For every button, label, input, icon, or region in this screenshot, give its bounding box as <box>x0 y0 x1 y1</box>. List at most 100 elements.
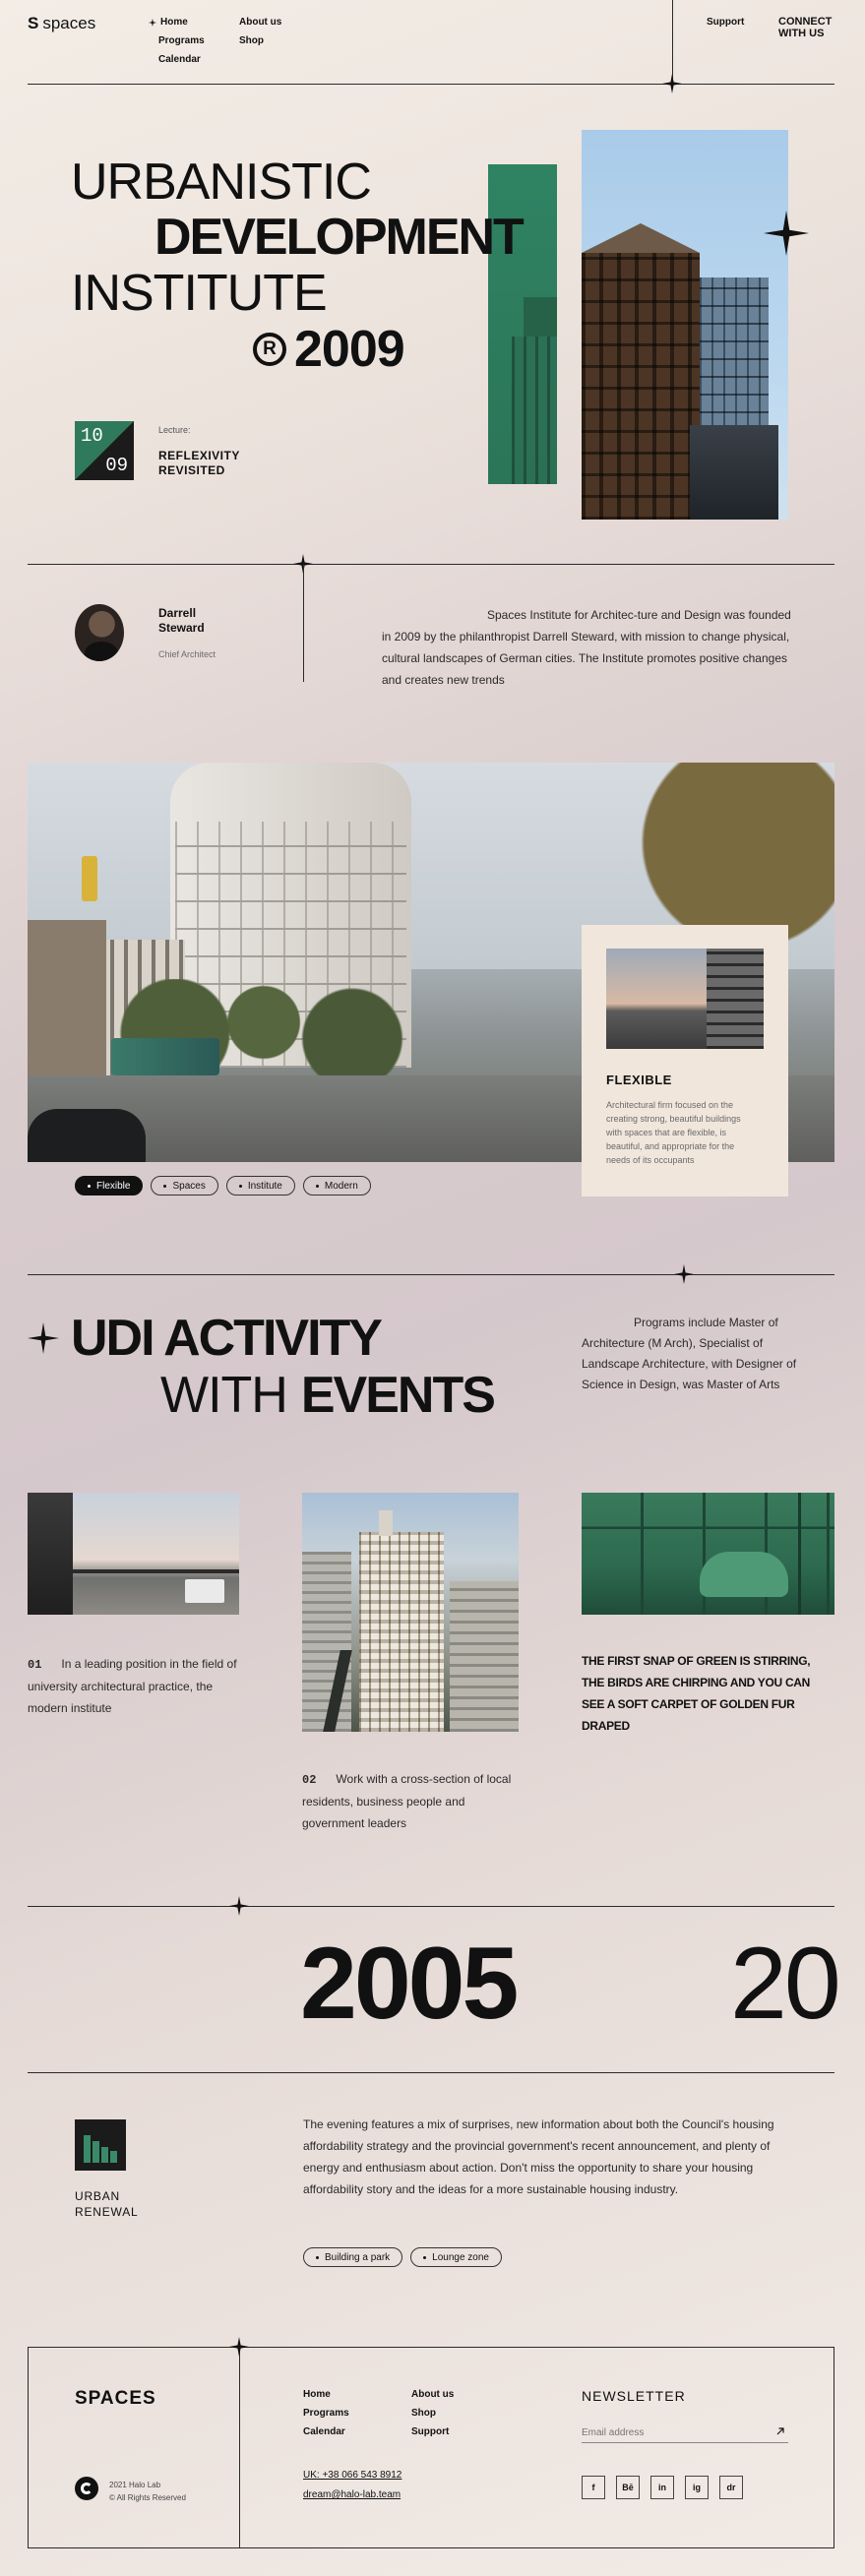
timeline-year-active[interactable]: 2005 <box>300 1929 519 2039</box>
linkedin-icon[interactable]: in <box>650 2476 674 2499</box>
activity-title-events: EVENTS <box>300 1367 496 1424</box>
activity-rule <box>28 1274 834 1275</box>
tag-flexible[interactable]: Flexible <box>75 1176 144 1196</box>
arrow-up-right-icon[interactable] <box>775 2426 785 2436</box>
footer-nav-2: About us Shop Support <box>411 2385 454 2441</box>
renewal-icon <box>75 2119 126 2171</box>
event-3-text: THE FIRST SNAP OF GREEN IS STIRRING, THE… <box>582 1654 811 1733</box>
tag-institute[interactable]: Institute <box>225 1176 295 1196</box>
gallery-tags: Flexible Spaces Institute Modern <box>75 1176 371 1196</box>
active-star-icon <box>149 18 156 27</box>
dot-icon <box>423 2255 427 2259</box>
tag-label: Institute <box>247 1180 282 1192</box>
hero-line-3: INSTITUTE <box>71 265 328 322</box>
behance-icon[interactable]: Bē <box>616 2476 640 2499</box>
tag-spaces[interactable]: Spaces <box>151 1176 218 1196</box>
footer-nav-1: Home Programs Calendar <box>303 2385 349 2441</box>
nav-shop[interactable]: Shop <box>239 31 281 50</box>
feature-card-title: FLEXIBLE <box>606 1073 672 1087</box>
event-1-text: 01 In a leading position in the field of … <box>28 1653 244 1719</box>
timeline-year-next[interactable]: 20 <box>730 1929 865 2039</box>
activity-title-line-2: WITH EVENTS <box>160 1367 496 1424</box>
instagram-icon[interactable]: ig <box>685 2476 709 2499</box>
nav-about-us[interactable]: About us <box>239 13 281 31</box>
timeline-rule-top <box>28 1906 834 1907</box>
lecture-title[interactable]: REFLEXIVITY REVISITED <box>158 449 257 478</box>
tag-label: Modern <box>324 1180 358 1192</box>
tag-modern[interactable]: Modern <box>302 1176 371 1196</box>
hero-year-row: R 2009 <box>253 321 405 378</box>
copyright-line-2: © All Rights Reserved <box>109 2493 186 2502</box>
renewal-label: URBAN RENEWAL <box>75 2189 139 2219</box>
date-month: 09 <box>105 455 128 476</box>
about-text: Spaces Institute for Architec-ture and D… <box>382 608 791 687</box>
header-rule <box>28 84 834 85</box>
sparkle-icon <box>28 1322 59 1354</box>
logo-icon: S <box>28 14 39 32</box>
activity-title-line-1: UDI ACTIVITY <box>71 1310 383 1367</box>
timeline-rule-bottom <box>28 2072 834 2073</box>
logo-text: spaces <box>42 14 96 32</box>
nav-calendar[interactable]: Calendar <box>149 50 205 69</box>
social-links: f Bē in ig dr <box>582 2476 743 2499</box>
tag-label: Flexible <box>96 1180 131 1192</box>
feature-card-text: Architectural firm focused on the creati… <box>606 1100 741 1165</box>
support-link[interactable]: Support <box>707 17 744 28</box>
nav-programs[interactable]: Programs <box>149 31 205 50</box>
footer-brand: SPACES <box>75 2388 156 2409</box>
renewal-text: The evening features a mix of surprises,… <box>303 2117 774 2196</box>
sparkle-icon <box>674 1264 694 1284</box>
footer-nav-calendar[interactable]: Calendar <box>303 2423 349 2441</box>
hero-year: 2009 <box>294 321 405 378</box>
dot-icon <box>315 1184 319 1188</box>
footer <box>28 2347 834 2548</box>
date-day: 10 <box>81 425 103 447</box>
footer-logo-icon <box>75 2477 98 2500</box>
footer-phone[interactable]: UK: +38 066 543 8912 <box>303 2470 402 2481</box>
dot-icon <box>316 2255 319 2259</box>
dot-icon <box>88 1184 91 1188</box>
tag-building-a-park[interactable]: Building a park <box>303 2247 403 2267</box>
footer-nav-about-us[interactable]: About us <box>411 2385 454 2404</box>
tag-label: Building a park <box>325 2251 391 2263</box>
footer-divider <box>239 2347 240 2548</box>
tag-label: Lounge zone <box>432 2251 489 2263</box>
connect-link[interactable]: CONNECT WITH US <box>778 16 837 39</box>
hero-building-image <box>582 130 788 520</box>
main-nav-primary: Home Programs Calendar <box>149 13 205 69</box>
registered-icon: R <box>253 333 286 366</box>
feature-card[interactable]: FLEXIBLE Architectural firm focused on t… <box>582 925 788 1196</box>
person-role: Chief Architect <box>158 649 216 659</box>
lecture-date-tile: 10 09 <box>75 421 134 480</box>
renewal-tags: Building a park Lounge zone <box>303 2247 502 2267</box>
footer-nav-shop[interactable]: Shop <box>411 2404 454 2423</box>
avatar <box>75 604 124 661</box>
newsletter-email-input[interactable] <box>582 2423 788 2443</box>
event-3-image <box>582 1493 834 1615</box>
footer-nav-home[interactable]: Home <box>303 2385 349 2404</box>
sparkle-icon <box>229 1896 249 1916</box>
sparkle-icon <box>764 211 809 256</box>
hero-line-2: DEVELOPMENT <box>154 209 525 266</box>
footer-nav-support[interactable]: Support <box>411 2423 454 2441</box>
event-1-num: 01 <box>28 1658 42 1672</box>
dribbble-icon[interactable]: dr <box>719 2476 743 2499</box>
activity-text: Programs include Master of Architecture … <box>582 1316 797 1391</box>
event-1-desc: In a leading position in the field of un… <box>28 1657 237 1715</box>
dot-icon <box>238 1184 242 1188</box>
logo[interactable]: S spaces <box>28 14 95 33</box>
event-2-text: 02 Work with a cross-section of local res… <box>302 1768 524 1834</box>
footer-email[interactable]: dream@halo-lab.team <box>303 2489 401 2500</box>
nav-home[interactable]: Home <box>160 13 188 31</box>
event-2-num: 02 <box>302 1773 317 1787</box>
event-1-image <box>28 1493 239 1615</box>
dot-icon <box>163 1184 167 1188</box>
footer-nav-programs[interactable]: Programs <box>303 2404 349 2423</box>
about-rule <box>28 564 834 565</box>
sparkle-icon <box>662 74 682 93</box>
facebook-icon[interactable]: f <box>582 2476 605 2499</box>
tag-label: Spaces <box>172 1180 206 1192</box>
newsletter-title: NEWSLETTER <box>582 2388 686 2404</box>
event-2-desc: Work with a cross-section of local resid… <box>302 1772 512 1830</box>
tag-lounge-zone[interactable]: Lounge zone <box>410 2247 502 2267</box>
